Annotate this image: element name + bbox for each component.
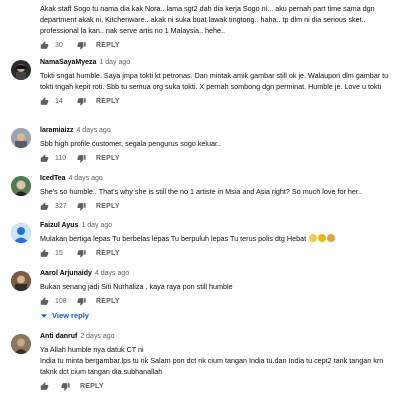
comment-date[interactable]: 1 day ago — [99, 59, 130, 66]
comment-author[interactable]: IcedTea — [40, 175, 66, 182]
comment-actions: 108 REPLY — [40, 294, 394, 308]
comment-body: NamaSayaMyeza 1 day ago Tokti sngat humbl… — [40, 58, 394, 108]
reply-button[interactable]: REPLY — [96, 250, 120, 257]
thumbs-down-icon[interactable] — [77, 249, 86, 258]
avatar[interactable] — [11, 271, 31, 291]
view-replies-label: View reply — [52, 311, 89, 320]
reply-button[interactable]: REPLY — [96, 298, 120, 305]
clapping-hands-emoji — [327, 234, 336, 242]
avatar-image — [11, 128, 31, 148]
comment-body: Faizul Ayus 1 day ago Mulakan bertiga lep… — [40, 221, 394, 260]
like-count: 15 — [55, 249, 63, 257]
thumbs-up-emoji — [309, 234, 318, 242]
comment-date[interactable]: 4 days ago — [69, 175, 103, 182]
thumbs-up-icon[interactable] — [40, 153, 49, 163]
comment-text: Sbb high profile customer, segala pengur… — [40, 139, 221, 148]
smiling-face-emoji — [318, 234, 327, 242]
reply-button[interactable]: REPLY — [96, 203, 120, 210]
thumbs-up-icon[interactable] — [40, 381, 49, 391]
comment-body: Akak staff Sogo tu nama dia kak Nora.. l… — [40, 3, 394, 52]
avatar[interactable] — [11, 223, 31, 243]
comment-text: Mulakan bertiga lepas Tu berbelas lepas … — [40, 233, 394, 244]
avatar[interactable] — [11, 60, 31, 80]
reply-button[interactable]: REPLY — [96, 155, 120, 162]
avatar-image — [11, 271, 31, 291]
comment-text: Ya Allah humble nya datuk CT ni India tu… — [40, 345, 384, 376]
avatar-image — [11, 176, 31, 196]
avatar[interactable] — [11, 176, 31, 196]
comment-actions: 15 REPLY — [40, 246, 394, 260]
like-count: 327 — [55, 202, 67, 210]
comment-actions: 14 REPLY — [40, 94, 394, 108]
comment-actions: 327 REPLY — [40, 199, 394, 213]
thumbs-down-icon[interactable] — [77, 202, 86, 211]
comment-author[interactable]: Faizul Ayus — [40, 222, 78, 229]
comment-author[interactable]: Anti danruf — [40, 333, 77, 340]
thumbs-down-icon[interactable] — [61, 382, 70, 391]
avatar-image — [11, 334, 31, 354]
thumbs-down-icon[interactable] — [77, 41, 86, 50]
avatar-image — [15, 64, 27, 80]
avatar[interactable] — [11, 128, 31, 148]
thumbs-up-icon[interactable] — [40, 296, 49, 306]
view-replies-button[interactable]: View reply — [40, 311, 394, 320]
reply-button[interactable]: REPLY — [80, 383, 104, 390]
like-count: 30 — [55, 41, 63, 49]
comment-body: IcedTea 4 days ago She's so humble.. That… — [40, 174, 394, 213]
reply-button[interactable]: REPLY — [96, 98, 120, 105]
reply-button[interactable]: REPLY — [96, 42, 120, 49]
comment-body: Aarol Arjunaidy 4 days ago Bukan senang j… — [40, 269, 394, 320]
comment-author[interactable]: laramiaizz — [40, 127, 73, 134]
comment-actions: REPLY — [40, 379, 394, 393]
comment-text: Bukan senang jadi Siti Nurhaliza , kaya … — [40, 282, 233, 291]
comment-author[interactable]: NamaSayaMyeza — [40, 59, 96, 66]
thumbs-up-icon[interactable] — [40, 201, 49, 211]
comment-text: She's so humble.. That's why she is stil… — [40, 187, 362, 196]
thumbs-up-icon[interactable] — [40, 96, 49, 106]
like-count: 110 — [55, 154, 67, 162]
caret-down-icon — [40, 313, 48, 318]
comment-text: Tokti sngat humble. Saya jmpa tokti kt p… — [40, 71, 389, 91]
comment-body: laramiaizz 4 days ago Sbb high profile cu… — [40, 126, 394, 165]
comment-body: Anti danruf 2 days ago Ya Allah humble ny… — [40, 332, 394, 393]
comment-date[interactable]: 1 day ago — [81, 222, 112, 229]
thumbs-up-icon[interactable] — [40, 248, 49, 258]
comment-actions: 30 REPLY — [40, 38, 394, 52]
comment-date[interactable]: 4 days ago — [95, 270, 129, 277]
like-count: 108 — [55, 297, 67, 305]
comment-author[interactable]: Aarol Arjunaidy — [40, 270, 92, 277]
comment-text-content: Mulakan bertiga lepas Tu berbelas lepas … — [40, 234, 307, 243]
comment-actions: 110 REPLY — [40, 151, 394, 165]
like-count: 14 — [55, 97, 63, 105]
comment-text: Akak staff Sogo tu nama dia kak Nora.. l… — [40, 4, 375, 35]
thumbs-down-icon[interactable] — [77, 97, 86, 106]
comment-date[interactable]: 4 days ago — [76, 127, 110, 134]
thumbs-down-icon[interactable] — [77, 154, 86, 163]
thumbs-up-icon[interactable] — [40, 40, 49, 50]
avatar[interactable] — [11, 334, 31, 354]
comment-date[interactable]: 2 days ago — [80, 333, 114, 340]
avatar-image — [11, 223, 31, 243]
thumbs-down-icon[interactable] — [77, 297, 86, 306]
